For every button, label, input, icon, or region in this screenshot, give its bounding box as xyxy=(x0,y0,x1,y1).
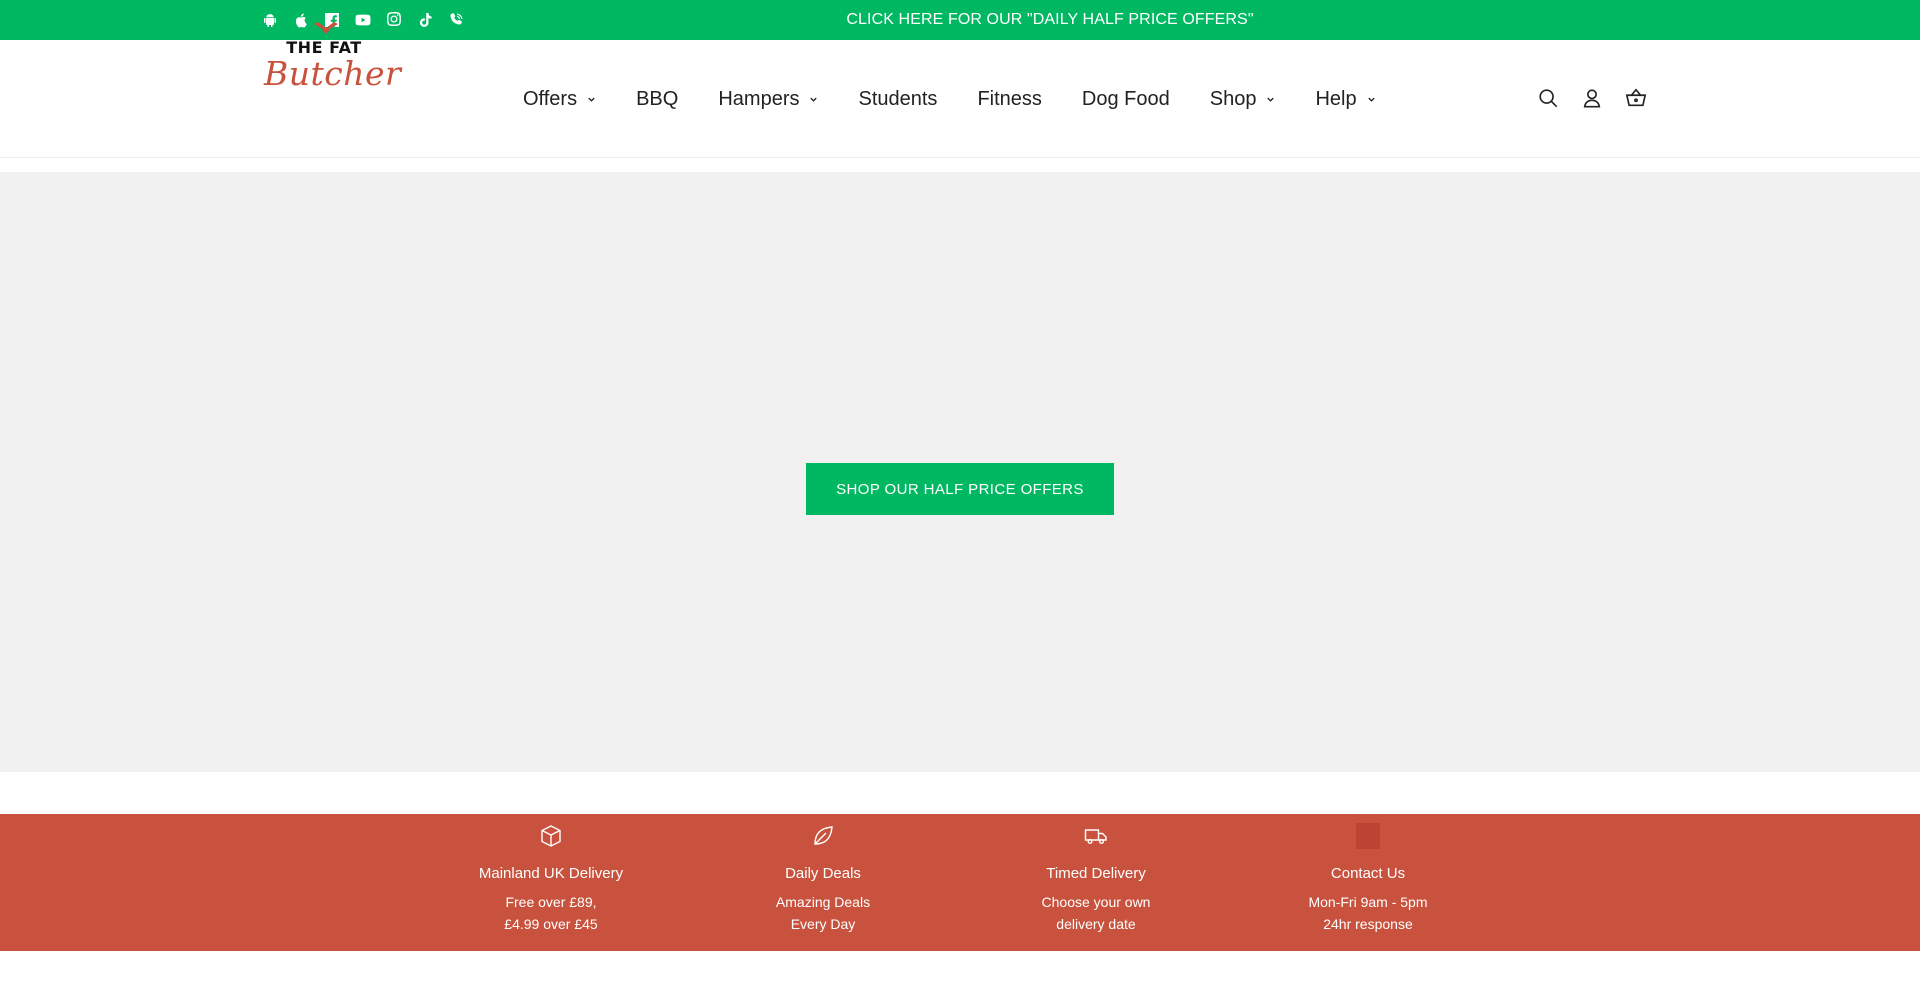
nav-bbq[interactable]: BBQ xyxy=(636,88,678,111)
feature-text: Free over £89, £4.99 over £45 xyxy=(441,891,661,935)
main-navigation: Offers BBQ Hampers Students Fitness Dog … xyxy=(523,40,1416,158)
feature-text-line: Free over £89, xyxy=(505,894,597,910)
nav-shop[interactable]: Shop xyxy=(1210,88,1276,111)
nav-hampers[interactable]: Hampers xyxy=(718,88,818,111)
box-icon xyxy=(539,824,563,848)
nav-dog-food[interactable]: Dog Food xyxy=(1082,88,1170,111)
nav-fitness-label: Fitness xyxy=(977,87,1042,110)
logo-line-script: Butcher xyxy=(264,54,402,93)
feature-text-line: Every Day xyxy=(790,916,856,932)
chevron-down-icon xyxy=(587,95,596,104)
page-bottom-spacer xyxy=(0,951,1920,993)
nav-offers[interactable]: Offers xyxy=(523,88,596,111)
chevron-down-icon xyxy=(809,95,818,104)
nav-offers-label: Offers xyxy=(523,87,578,110)
cleaver-logo-icon xyxy=(314,22,338,34)
feature-text-line: delivery date xyxy=(1056,916,1136,932)
features-strip: Mainland UK Delivery Free over £89, £4.9… xyxy=(0,814,1920,951)
contact-icon xyxy=(1356,823,1380,849)
account-icon[interactable] xyxy=(1580,86,1604,110)
nav-help[interactable]: Help xyxy=(1315,88,1375,111)
shop-half-price-offers-button[interactable]: SHOP OUR HALF PRICE OFFERS xyxy=(806,463,1114,515)
chevron-down-icon xyxy=(1367,95,1376,104)
nav-students-label: Students xyxy=(858,87,938,110)
nav-fitness[interactable]: Fitness xyxy=(977,88,1041,111)
feature-text: Choose your own delivery date xyxy=(986,891,1206,935)
feature-text: Amazing Deals Every Day xyxy=(713,891,933,935)
feature-title: Daily Deals xyxy=(785,865,861,882)
feature-text-line: Amazing Deals xyxy=(775,894,871,910)
feature-daily-deals: Daily Deals Amazing Deals Every Day xyxy=(713,814,933,935)
chevron-down-icon xyxy=(1266,95,1275,104)
hero-banner: SHOP OUR HALF PRICE OFFERS xyxy=(0,172,1920,772)
feature-title: Contact Us xyxy=(1330,865,1406,882)
truck-icon xyxy=(1084,824,1108,848)
feature-title: Mainland UK Delivery xyxy=(478,865,624,882)
site-logo[interactable]: THE FAT Butcher xyxy=(262,20,402,100)
feature-timed-delivery: Timed Delivery Choose your own delivery … xyxy=(986,814,1206,935)
feature-text: Mon-Fri 9am - 5pm 24hr response xyxy=(1258,891,1478,935)
nav-students[interactable]: Students xyxy=(858,88,937,111)
nav-dog-food-label: Dog Food xyxy=(1081,87,1170,110)
feature-text-line: 24hr response xyxy=(1323,916,1413,932)
feature-contact-us[interactable]: Contact Us Mon-Fri 9am - 5pm 24hr respon… xyxy=(1258,814,1478,935)
search-icon[interactable] xyxy=(1536,86,1560,110)
nav-hampers-label: Hampers xyxy=(718,87,800,110)
feature-text-line: Choose your own xyxy=(1041,894,1151,910)
feature-title: Timed Delivery xyxy=(1046,865,1146,882)
nav-bbq-label: BBQ xyxy=(636,87,679,110)
feature-text-line: £4.99 over £45 xyxy=(504,916,598,932)
nav-help-label: Help xyxy=(1315,87,1357,110)
nav-shop-label: Shop xyxy=(1209,87,1257,110)
basket-icon[interactable] xyxy=(1624,86,1648,110)
feature-text-line: Mon-Fri 9am - 5pm xyxy=(1308,894,1428,910)
feature-delivery: Mainland UK Delivery Free over £89, £4.9… xyxy=(441,814,661,935)
leaf-icon xyxy=(811,824,835,848)
header-actions xyxy=(1536,86,1648,110)
contact-icon-placeholder xyxy=(1356,823,1380,849)
